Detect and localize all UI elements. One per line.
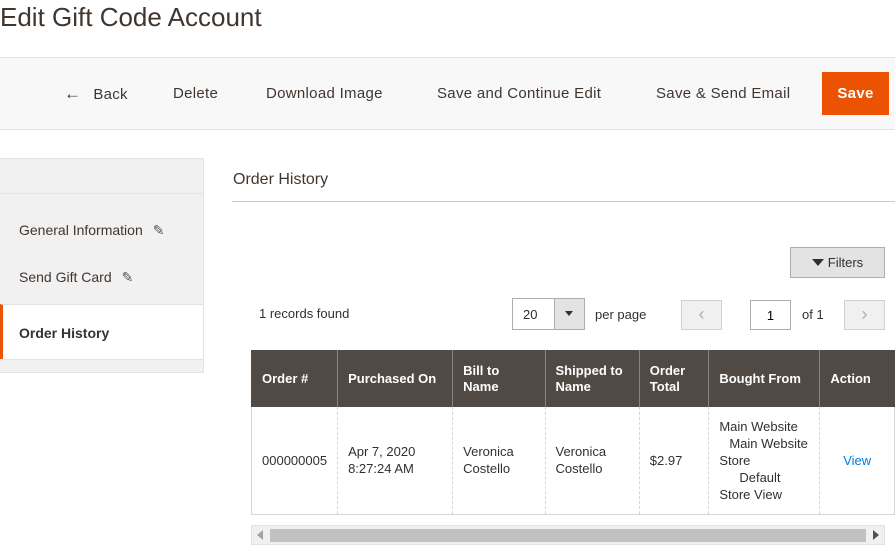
column-header-purchased-on[interactable]: Purchased On	[337, 350, 453, 407]
sidebar-item-order-history[interactable]: Order History	[0, 304, 204, 359]
scrollbar-thumb[interactable]	[270, 529, 866, 542]
purchased-date: Apr 7, 2020	[348, 444, 416, 460]
bought-view-line-2: Store View	[719, 486, 782, 502]
cell-bill-to-name: Veronica Costello	[452, 407, 545, 515]
save-button[interactable]: Save	[822, 72, 889, 115]
page-title: Edit Gift Code Account	[0, 2, 262, 32]
column-header-shipped-to-name[interactable]: Shipped to Name	[544, 350, 640, 407]
arrow-left-icon: ←	[64, 83, 82, 103]
sidebar-header	[0, 158, 204, 194]
back-label: Back	[93, 85, 128, 103]
column-header-bill-to-name[interactable]: Bill to Name	[452, 350, 545, 407]
pencil-icon: ✎	[121, 269, 134, 285]
per-page-toggle[interactable]	[554, 299, 584, 329]
bought-store-line-1: Main Website	[729, 435, 808, 451]
sidebar-item-general-information[interactable]: General Information ✎	[0, 194, 204, 249]
previous-page-button[interactable]: ‹	[681, 300, 722, 330]
section-title: Order History	[233, 171, 329, 188]
filters-button[interactable]: Filters	[790, 247, 885, 278]
order-history-table: Order # Purchased On Bill to Name Shippe…	[250, 350, 895, 515]
chevron-left-icon: ‹	[698, 304, 705, 324]
bought-store-line-2: Store	[719, 452, 751, 468]
filters-label: Filters	[827, 255, 864, 270]
cell-shipped-to-name: Veronica Costello	[544, 407, 640, 515]
ship-first-name: Veronica	[555, 444, 607, 460]
total-pages-label: of 1	[802, 307, 824, 322]
sidebar-item-label: Send Gift Card	[19, 269, 112, 285]
current-page-input[interactable]	[750, 300, 791, 330]
column-header-action: Action	[819, 350, 895, 407]
table-header-row: Order # Purchased On Bill to Name Shippe…	[250, 350, 895, 407]
sidebar-footer	[0, 359, 204, 373]
column-header-bought-from[interactable]: Bought From	[708, 350, 820, 407]
cell-bought-from: Main Website Main Website Store Default …	[708, 407, 820, 515]
chevron-right-icon: ›	[861, 304, 868, 324]
sidebar-item-label: Order History	[19, 325, 110, 341]
delete-button[interactable]: Delete	[173, 58, 218, 130]
cell-order-total: $2.97	[638, 407, 709, 515]
bill-first-name: Veronica	[463, 444, 514, 460]
page-actions-toolbar: ← Back Delete Download Image Save and Con…	[0, 57, 895, 130]
sidebar-item-label: General Information	[19, 222, 143, 238]
per-page-value: 20	[523, 307, 538, 322]
view-order-link[interactable]: View	[843, 453, 871, 468]
per-page-select[interactable]: 20	[512, 298, 585, 330]
cell-order-number: 000000005	[250, 407, 338, 515]
bought-website: Main Website	[719, 418, 798, 434]
cell-purchased-on: Apr 7, 2020 8:27:24 AM	[337, 407, 453, 515]
download-image-button[interactable]: Download Image	[266, 58, 383, 130]
filter-icon	[811, 259, 824, 267]
table-row[interactable]: 000000005 Apr 7, 2020 8:27:24 AM Veronica…	[250, 407, 895, 515]
back-button[interactable]: ← Back	[64, 58, 128, 130]
scroll-right-arrow-icon[interactable]	[873, 530, 879, 540]
bill-last-name: Costello	[463, 461, 511, 477]
sidebar-tabs: General Information ✎ Send Gift Card ✎ Ord…	[0, 158, 204, 373]
save-send-email-button[interactable]: Save & Send Email	[656, 58, 790, 130]
sidebar-item-send-gift-card[interactable]: Send Gift Card ✎	[0, 249, 204, 304]
next-page-button[interactable]: ›	[844, 300, 885, 330]
ship-last-name: Costello	[555, 461, 603, 477]
records-found: 1 records found	[259, 306, 350, 321]
column-header-order[interactable]: Order #	[250, 350, 338, 407]
section-divider	[232, 201, 895, 202]
horizontal-scrollbar[interactable]	[251, 525, 885, 545]
caret-down-icon	[565, 311, 573, 316]
per-page-label: per page	[595, 307, 647, 322]
scroll-left-arrow-icon[interactable]	[257, 530, 263, 540]
bought-view-line-1: Default	[739, 469, 781, 485]
save-continue-edit-button[interactable]: Save and Continue Edit	[437, 58, 601, 130]
purchased-time: 8:27:24 AM	[348, 461, 414, 477]
column-header-order-total[interactable]: Order Total	[638, 350, 709, 407]
cell-action: View	[819, 407, 895, 515]
